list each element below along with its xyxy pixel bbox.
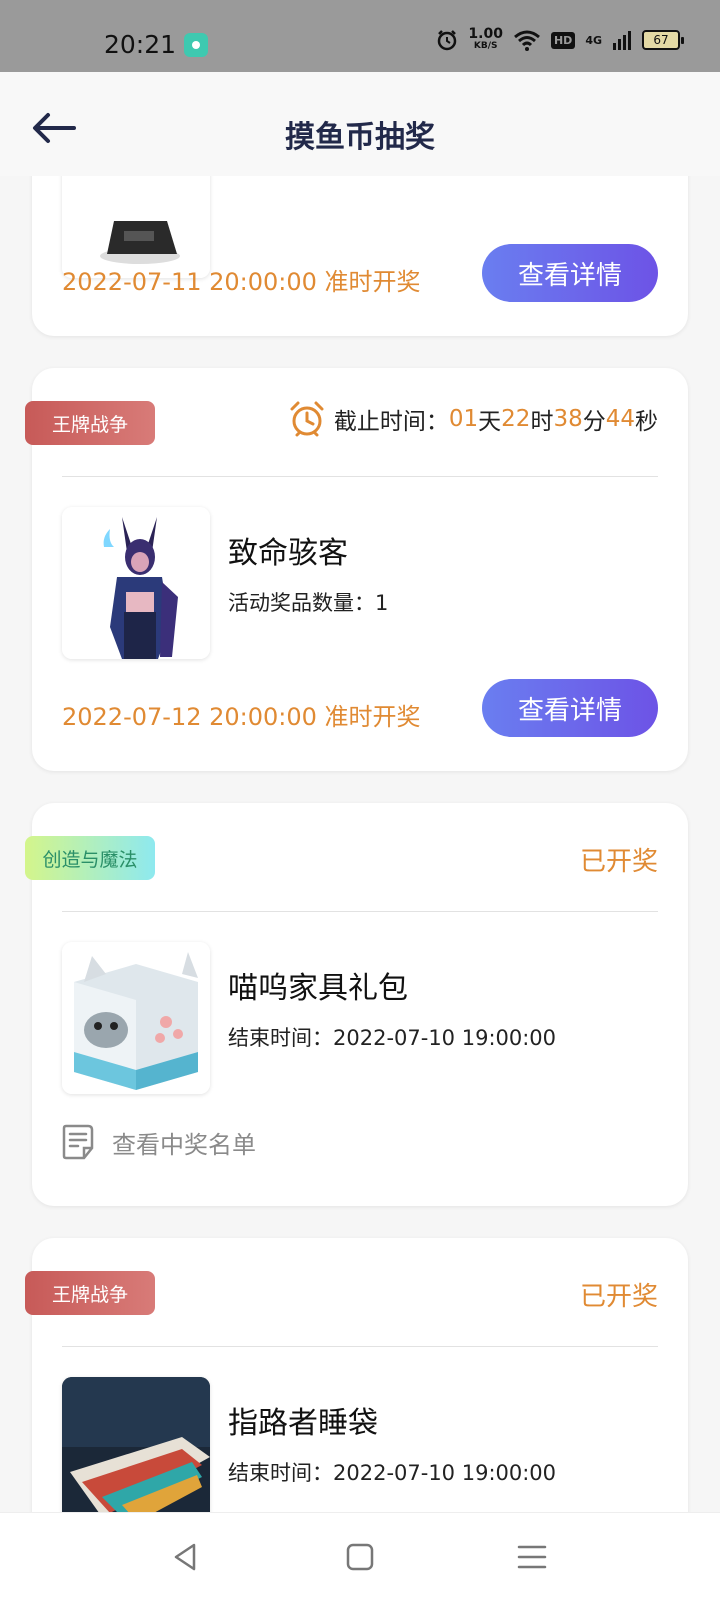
status-bar: 20:21 1.00 KB/S HD 4G 67 (0, 0, 720, 72)
countdown-minutes: 38 (553, 406, 583, 432)
countdown-day-unit: 天 (478, 409, 502, 435)
draw-time: 2022-07-11 20:00:00 准时开奖 (62, 268, 421, 296)
prize-image (62, 1377, 210, 1512)
lottery-card: 创造与魔法 已开奖 喵呜家具礼包 结束时间：2022-07-10 19:00:0… (25, 803, 688, 1206)
document-list-icon (62, 1124, 94, 1160)
divider (62, 1346, 658, 1347)
network-speed: 1.00 KB/S (468, 26, 503, 51)
drawn-status: 已开奖 (579, 1282, 658, 1312)
countdown-hour-unit: 时 (530, 409, 554, 435)
prize-image (62, 507, 210, 659)
winners-list-label: 查看中奖名单 (112, 1130, 256, 1159)
end-time: 结束时间：2022-07-10 19:00:00 (228, 1461, 557, 1485)
home-square-icon[interactable] (344, 1541, 376, 1573)
prize-name: 喵呜家具礼包 (228, 971, 408, 1006)
prize-name: 致命骇客 (228, 536, 348, 571)
lottery-card: 2022-07-11 20:00:00 准时开奖 查看详情 (32, 176, 688, 336)
app-notification-icon (184, 33, 208, 57)
game-tag: 王牌战争 (25, 1271, 155, 1315)
system-nav-bar (0, 1512, 720, 1600)
signal-icon (613, 31, 631, 50)
draw-time: 2022-07-12 20:00:00 准时开奖 (62, 703, 421, 731)
status-icons: 1.00 KB/S HD 4G 67 (436, 26, 684, 52)
alarm-clock-icon (290, 401, 324, 437)
battery-icon: 67 (642, 30, 684, 50)
deadline-label: 截止时间： (333, 409, 449, 435)
game-tag: 王牌战争 (25, 401, 155, 445)
lottery-card: 王牌战争 已开奖 指路者睡袋 结束时间：2022-07-10 19:00:00 (25, 1238, 688, 1512)
network-type: 4G (585, 33, 602, 47)
prize-image (62, 942, 210, 1094)
wifi-icon (514, 30, 540, 51)
countdown-seconds: 44 (605, 406, 635, 432)
lottery-list[interactable]: 2022-07-11 20:00:00 准时开奖 查看详情 王牌战争 截止时间：… (0, 176, 720, 1512)
countdown-hours: 22 (501, 406, 531, 432)
prize-name: 指路者睡袋 (228, 1406, 378, 1441)
divider (62, 911, 658, 912)
view-details-button[interactable]: 查看详情 (482, 244, 658, 302)
lottery-card: 王牌战争 截止时间： 01 天 22 时 38 分 44 秒 致命骇客 活动奖品… (25, 368, 688, 771)
countdown-days: 01 (448, 406, 479, 432)
countdown: 截止时间： 01 天 22 时 38 分 44 秒 (288, 400, 658, 438)
back-triangle-icon[interactable] (170, 1541, 202, 1573)
page-title: 摸鱼币抽奖 (285, 120, 435, 155)
view-details-button[interactable]: 查看详情 (482, 679, 658, 737)
countdown-minute-unit: 分 (582, 409, 606, 435)
drawn-status: 已开奖 (579, 847, 658, 877)
divider (62, 476, 658, 477)
app-header: 摸鱼币抽奖 (0, 72, 720, 176)
prize-quantity: 活动奖品数量：1 (228, 591, 389, 615)
winners-list-link[interactable]: 查看中奖名单 (62, 1123, 256, 1161)
game-tag: 创造与魔法 (25, 836, 155, 880)
status-time: 20:21 (104, 30, 177, 59)
menu-lines-icon[interactable] (516, 1541, 548, 1573)
countdown-second-unit: 秒 (635, 409, 658, 435)
end-time: 结束时间：2022-07-10 19:00:00 (228, 1026, 557, 1050)
hd-icon: HD (550, 31, 576, 49)
alarm-icon (438, 30, 457, 51)
